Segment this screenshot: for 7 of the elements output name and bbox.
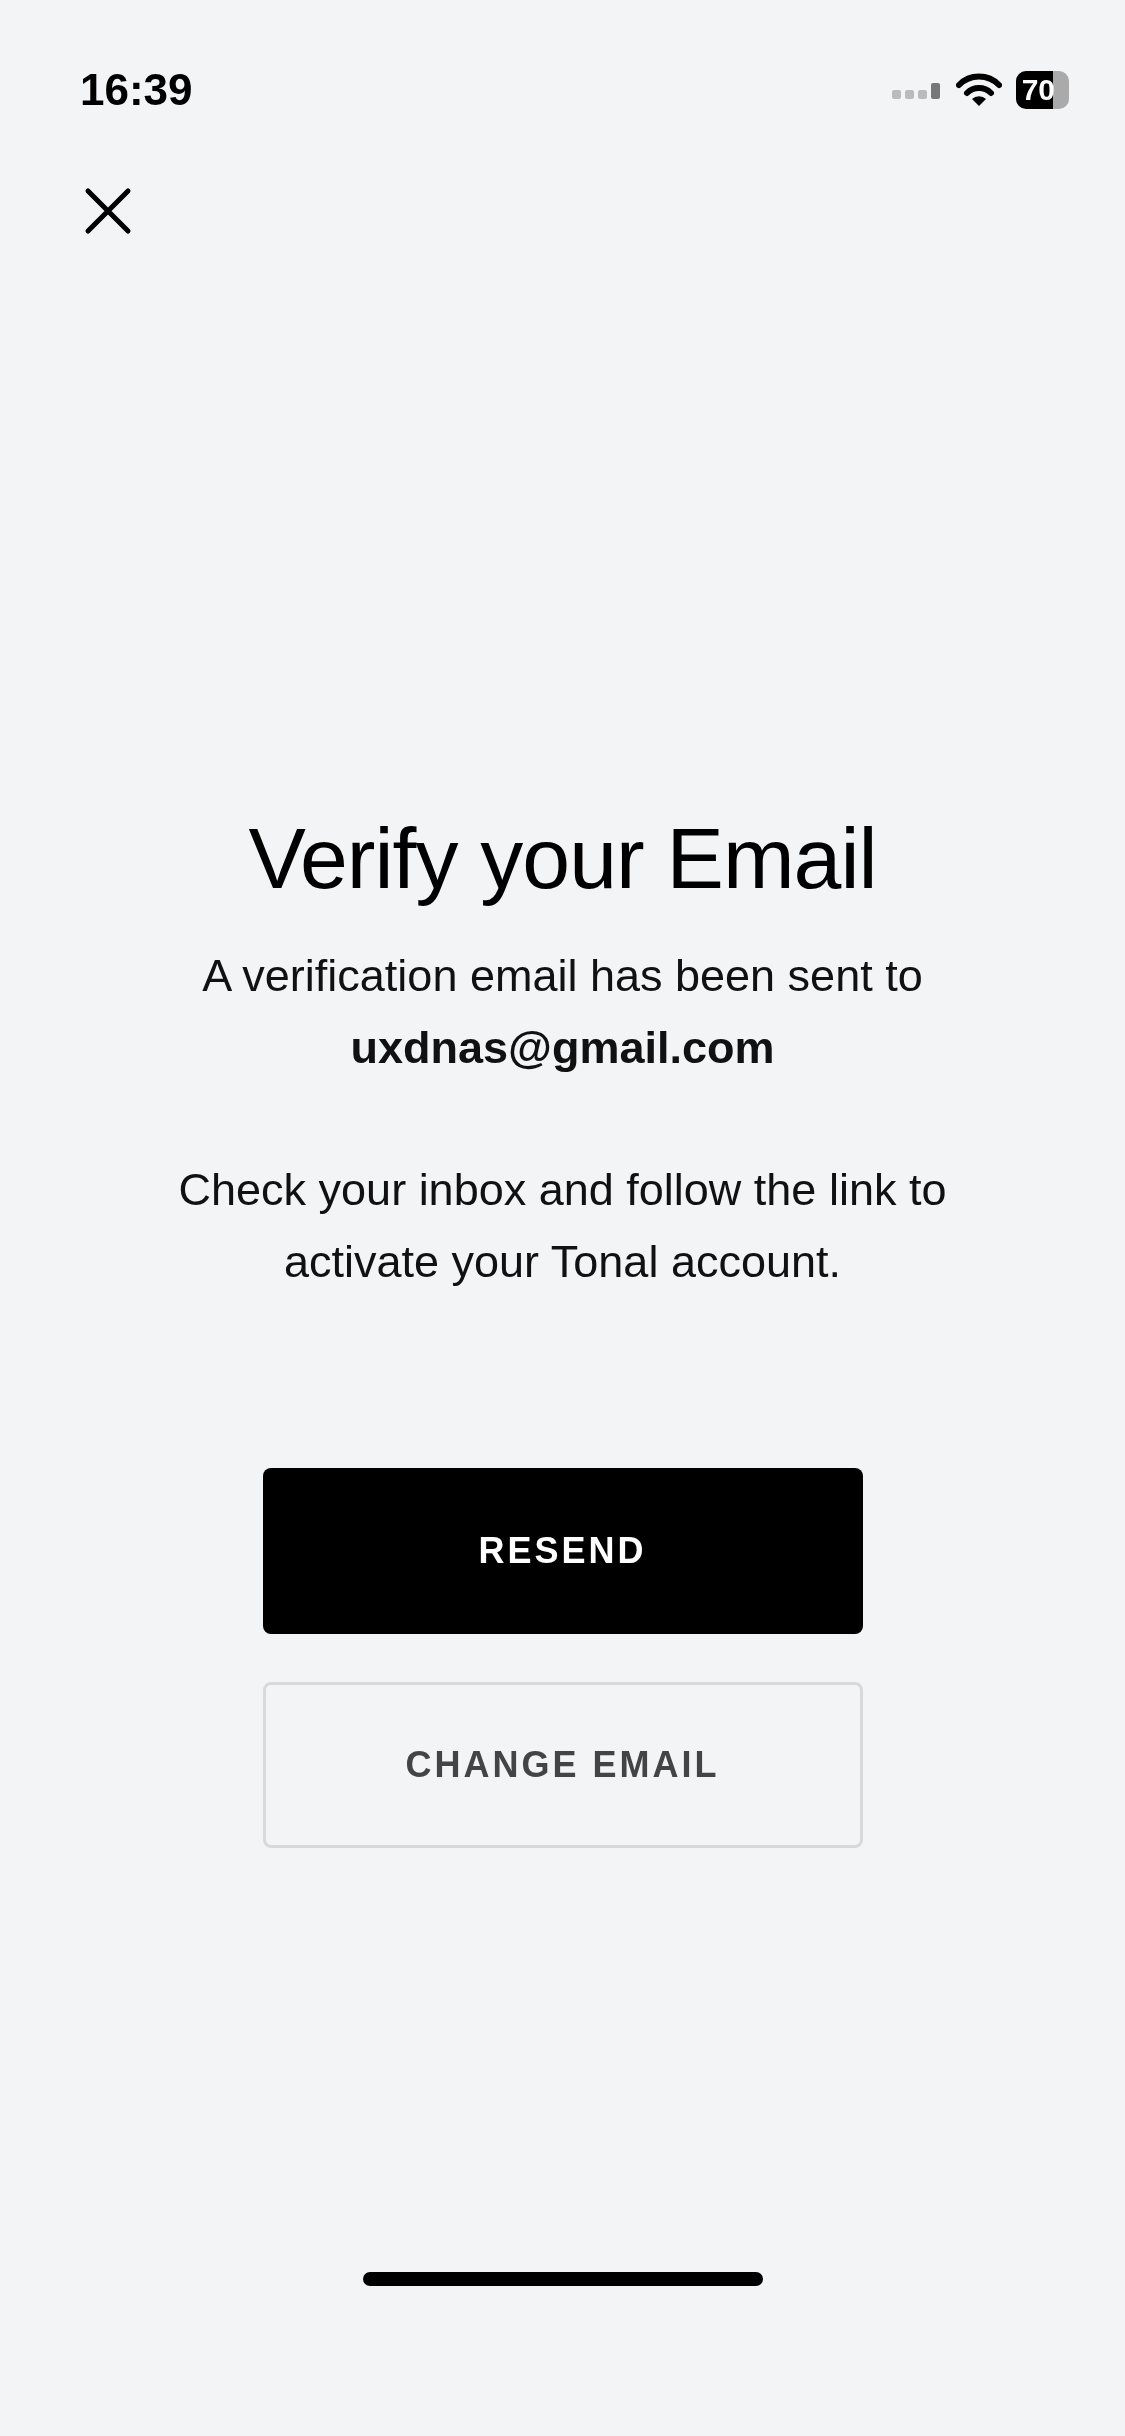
wifi-icon xyxy=(955,73,1002,107)
change-email-button[interactable]: CHANGE EMAIL xyxy=(262,1682,863,1849)
status-time: 16:39 xyxy=(80,64,193,116)
resend-button[interactable]: RESEND xyxy=(262,1468,863,1635)
page-title: Verify your Email xyxy=(247,809,878,908)
verification-message: A verification email has been sent to uxdnas@gmail.com xyxy=(201,949,924,1076)
instruction-text: Check your inbox and follow the link to activate your Tonal account. xyxy=(177,1163,948,1290)
